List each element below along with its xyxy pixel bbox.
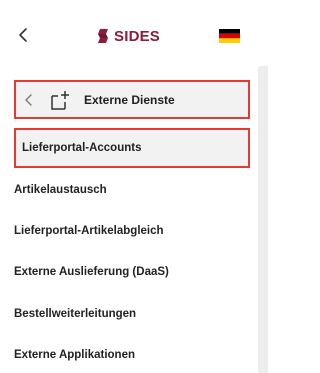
menu-item-externe-applikationen[interactable]: Externe Applikationen <box>0 335 252 373</box>
logo-text: SIDES <box>114 27 161 45</box>
menu-item-label: Artikelaustausch <box>14 184 107 196</box>
add-page-icon <box>51 90 69 110</box>
submenu-header-externe-dienste[interactable]: Externe Dienste <box>14 80 250 119</box>
brand-logo[interactable]: SIDES <box>95 27 160 45</box>
menu-item-lieferportal-artikelabgleich[interactable]: Lieferportal-Artikelabgleich <box>0 211 252 251</box>
menu-item-label: Lieferportal-Accounts <box>22 142 142 154</box>
menu-item-bestellweiterleitungen[interactable]: Bestellweiterleitungen <box>0 294 252 334</box>
menu-item-artikelaustausch[interactable]: Artikelaustausch <box>0 170 252 210</box>
sides-logo-icon <box>98 29 108 43</box>
back-button[interactable] <box>12 24 34 46</box>
submenu-title: Externe Dienste <box>84 92 175 107</box>
menu-item-externe-auslieferung[interactable]: Externe Auslieferung (DaaS) <box>0 252 252 292</box>
menu-item-label: Lieferportal-Artikelabgleich <box>14 225 164 237</box>
menu-item-label: Bestellweiterleitungen <box>14 308 137 320</box>
german-flag-icon[interactable] <box>219 29 240 43</box>
chevron-left-icon[interactable] <box>24 93 36 107</box>
top-bar: SIDES <box>0 0 268 72</box>
menu-item-label: Externe Applikationen <box>14 349 135 361</box>
menu-item-lieferportal-accounts[interactable]: Lieferportal-Accounts <box>14 128 250 168</box>
scrollbar-track[interactable] <box>258 66 268 373</box>
back-chevron-icon <box>19 28 27 42</box>
menu-item-label: Externe Auslieferung (DaaS) <box>14 266 169 278</box>
